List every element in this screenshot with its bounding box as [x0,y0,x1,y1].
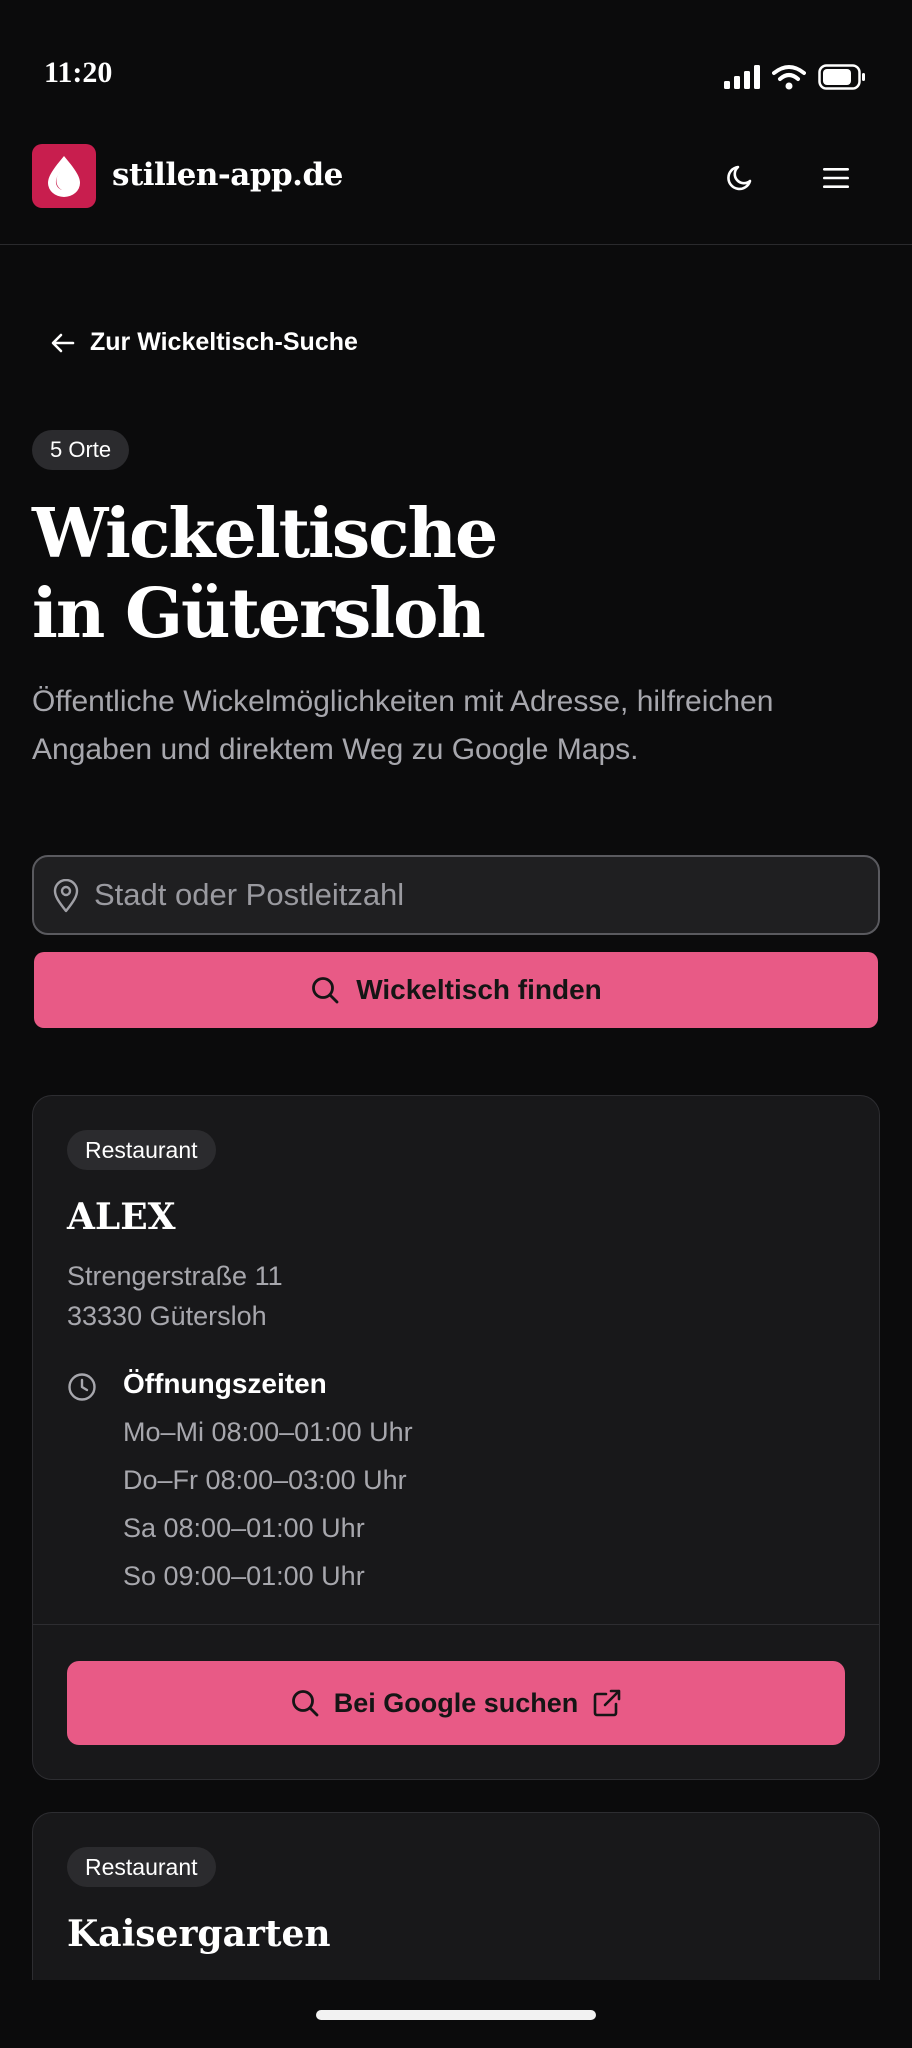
city-search-field[interactable] [32,855,880,935]
home-indicator[interactable] [316,2010,596,2020]
clock-icon [68,1373,96,1401]
place-city: 33330 Gütersloh [67,1301,267,1331]
status-bar: 11:20 [0,0,912,140]
opening-hours-row: Sa 08:00–01:00 Uhr [123,1513,365,1543]
external-link-icon [593,1689,621,1717]
site-name[interactable]: stillen-app.de [112,157,343,193]
place-address: Strengerstraße 11 33330 Gütersloh [67,1256,283,1336]
place-type-badge: Restaurant [67,1847,216,1887]
battery-icon [818,64,865,90]
moon-icon [727,165,752,191]
place-name: Kaisergarten [67,1913,331,1955]
status-time: 11:20 [44,56,113,89]
opening-hours-row: Do–Fr 08:00–03:00 Uhr [123,1465,407,1495]
find-button-label: Wickeltisch finden [356,974,602,1005]
place-street: Strengerstraße 11 [67,1261,283,1291]
search-icon [291,1690,319,1717]
find-changing-table-button[interactable]: Wickeltisch finden [34,952,878,1028]
page-title-line-2: in Gütersloh [32,574,486,654]
site-header: stillen-app.de [0,140,912,245]
count-badge: 5 Orte [32,430,130,470]
page-subtitle: Öffentliche Wickelmöglichkeiten mit Adre… [32,685,774,766]
theme-toggle-button[interactable] [720,158,760,198]
opening-hours-row: So 09:00–01:00 Uhr [123,1561,365,1591]
search-icon [312,977,339,1004]
city-search-input[interactable] [94,857,864,933]
status-icons [724,64,866,90]
cellular-signal-icon [724,65,760,89]
drop-logo-icon [48,156,80,197]
menu-button[interactable] [816,158,856,198]
back-to-search-link[interactable]: Zur Wickeltisch-Suche [50,328,358,357]
place-card-footer: Bei Google suchen [33,1624,879,1779]
place-name: ALEX [67,1196,176,1238]
map-pin-icon [53,879,79,913]
page-title-line-1: Wickeltische [32,494,498,574]
place-type-badge: Restaurant [67,1130,216,1170]
opening-hours-list: Mo–Mi 08:00–01:00 Uhr Do–Fr 08:00–03:00 … [123,1408,413,1600]
arrow-left-icon [51,333,75,352]
search-google-button[interactable]: Bei Google suchen [67,1661,845,1745]
hamburger-menu-icon [823,168,849,188]
back-link-label: Zur Wickeltisch-Suche [90,328,358,356]
opening-hours-title: Öffnungszeiten [123,1368,327,1399]
logo-icon[interactable] [32,144,96,208]
page-title: Wickeltische in Gütersloh [32,494,882,654]
google-button-label: Bei Google suchen [333,1687,579,1718]
place-card: Restaurant ALEX Strengerstraße 11 33330 … [32,1095,880,1780]
wifi-icon [772,65,806,90]
opening-hours-row: Mo–Mi 08:00–01:00 Uhr [123,1417,413,1447]
